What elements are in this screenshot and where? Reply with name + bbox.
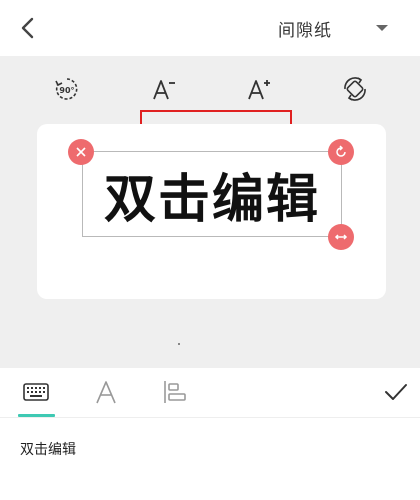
- paper-type-select[interactable]: 间隙纸: [278, 12, 402, 44]
- confirm-button[interactable]: [378, 376, 414, 408]
- rotate-handle[interactable]: [328, 139, 354, 165]
- paper-type-label: 间隙纸: [278, 20, 332, 41]
- text-element-content: 双击编辑: [103, 169, 320, 230]
- check-icon: [385, 384, 407, 400]
- resize-handle[interactable]: [328, 224, 354, 250]
- chevron-left-icon: [21, 17, 34, 39]
- font-decrease-icon: [153, 80, 175, 100]
- top-bar: 间隙纸: [0, 0, 420, 56]
- keyboard-icon: [23, 383, 49, 401]
- active-tab-indicator: [18, 414, 55, 417]
- flip-button[interactable]: [337, 71, 373, 107]
- align-left-icon: [164, 381, 186, 403]
- delete-icon: [76, 147, 86, 157]
- tab-keyboard[interactable]: [18, 376, 54, 408]
- font-icon: [96, 381, 116, 404]
- font-size-increase-button[interactable]: [240, 71, 276, 107]
- back-button[interactable]: [14, 14, 42, 42]
- tab-font[interactable]: [88, 376, 124, 408]
- resize-icon: [334, 234, 348, 240]
- rotate-90-button[interactable]: 90°: [49, 71, 85, 107]
- svg-text:90°: 90°: [59, 86, 74, 95]
- caret-down-icon: [376, 25, 388, 31]
- font-size-decrease-button[interactable]: [145, 71, 181, 107]
- edit-tab-bar: [0, 368, 420, 418]
- rotate-icon: [336, 145, 346, 157]
- text-element[interactable]: 双击编辑: [82, 151, 342, 237]
- text-input[interactable]: [20, 437, 400, 461]
- flip-icon: [344, 77, 366, 101]
- text-input-area: [0, 419, 420, 500]
- font-increase-icon: [248, 80, 270, 100]
- center-dot: [178, 343, 180, 345]
- tab-align[interactable]: [157, 376, 193, 408]
- rotate-90-icon: 90°: [55, 78, 78, 100]
- delete-handle[interactable]: [68, 139, 94, 165]
